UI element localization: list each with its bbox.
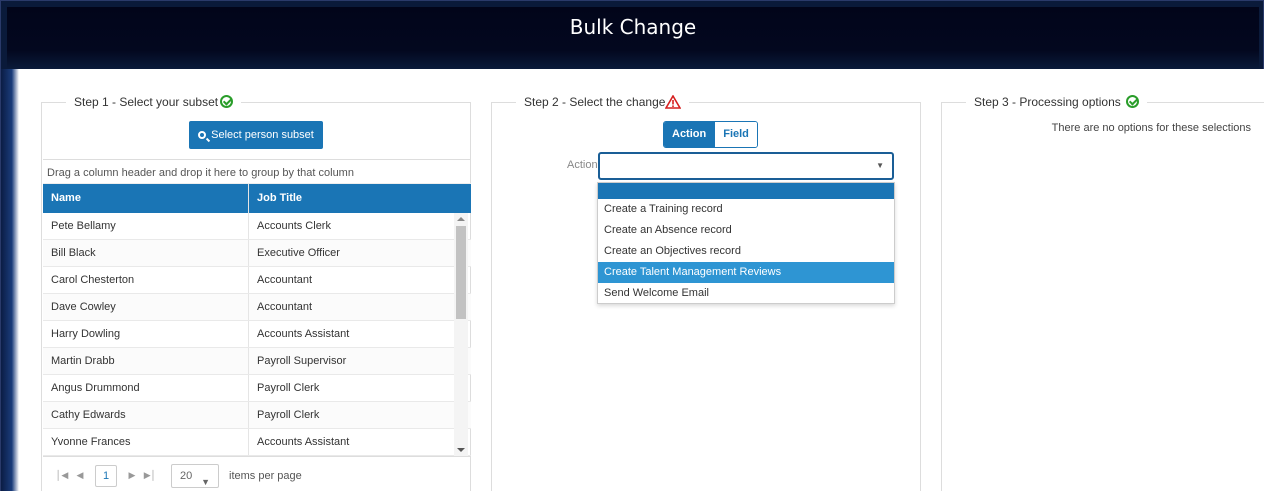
cell-job-title: Payroll Clerk [257,409,320,421]
cell-job-title: Accounts Clerk [257,220,331,232]
table-row[interactable]: Carol Chesterton Accountant [43,267,471,294]
last-page-icon[interactable]: ▶│ [141,470,159,481]
no-options-message: There are no options for these selection… [1051,122,1251,134]
cell-job-title: Payroll Supervisor [257,355,347,367]
grid-pager: │◀ ◀ 1 ▶ ▶│ 20 ▼ items per page [43,456,471,491]
cell-job-title: Accounts Assistant [257,328,350,340]
check-circle-icon [1126,95,1140,108]
cell-job-title: Accountant [257,301,313,313]
table-row[interactable]: Martin Drabb Payroll Supervisor [43,348,471,375]
dropdown-option[interactable]: Create an Objectives record [598,241,894,262]
title-bar: Bulk Change [7,7,1259,69]
items-per-page-label: items per page [229,469,302,482]
grid-body: Pete Bellamy Accounts Clerk Bill Black Exe… [43,213,471,456]
step1-title: Step 1 - Select your subset [74,95,219,109]
column-header-name[interactable]: Name [43,184,249,213]
select-person-subset-button[interactable]: Select person subset [189,121,323,149]
table-row[interactable]: Yvonne Frances Accounts Assistant [43,429,471,456]
chevron-down-icon: ▼ [201,476,210,487]
cell-name: Angus Drummond [43,375,249,401]
group-by-hint[interactable]: Drag a column header and drop it here to… [43,160,471,184]
search-icon [198,131,207,139]
grid-header: Name Job Title [43,184,471,213]
table-row[interactable]: Cathy Edwards Payroll Clerk [43,402,471,429]
dropdown-option-highlighted[interactable]: Create Talent Management Reviews [598,262,894,283]
chevron-down-icon: ▼ [876,161,884,170]
person-grid: Drag a column header and drop it here to… [43,159,471,491]
cell-name: Cathy Edwards [43,402,249,428]
cell-job-title: Accountant [257,274,313,286]
cell-name: Harry Dowling [43,321,249,347]
warning-icon [665,95,682,109]
next-page-icon[interactable]: ▶ [123,470,141,481]
scroll-up-arrow-icon[interactable] [457,217,465,221]
page-size-value: 20 [180,469,193,482]
action-label: Action [567,159,598,171]
scroll-down-arrow-icon[interactable] [457,448,465,452]
cell-name: Bill Black [43,240,249,266]
step3-legend: Step 3 - Processing options [966,95,1147,109]
cell-job-title: Accounts Assistant [257,436,350,448]
dropdown-option[interactable]: Create an Absence record [598,220,894,241]
action-select[interactable]: ▼ [598,152,894,180]
table-row[interactable]: Dave Cowley Accountant [43,294,471,321]
main-content: Step 1 - Select your subset Select perso… [19,69,1264,491]
table-row[interactable]: Bill Black Executive Officer [43,240,471,267]
step2-legend: Step 2 - Select the change [516,95,689,109]
step3-panel: Step 3 - Processing options [941,95,1264,491]
cell-name: Martin Drabb [43,348,249,374]
cell-name: Pete Bellamy [43,213,249,239]
table-row[interactable]: Angus Drummond Payroll Clerk [43,375,471,402]
cell-job-title: Payroll Clerk [257,382,320,394]
cell-name: Yvonne Frances [43,429,249,455]
table-row[interactable]: Harry Dowling Accounts Assistant [43,321,471,348]
step2-title: Step 2 - Select the change [524,95,666,109]
dropdown-option[interactable]: Create a Training record [598,199,894,220]
first-page-icon[interactable]: │◀ [53,470,71,481]
cell-job-title: Executive Officer [257,247,340,259]
previous-page-icon[interactable]: ◀ [71,470,89,481]
grid-scrollbar[interactable] [454,213,468,456]
dropdown-option[interactable]: Send Welcome Email [598,283,894,304]
cell-name: Carol Chesterton [43,267,249,293]
check-circle-icon [220,95,234,108]
page-title: Bulk Change [569,15,697,39]
background-glow [1,69,19,491]
scrollbar-thumb[interactable] [456,226,466,319]
step3-title: Step 3 - Processing options [974,95,1121,109]
action-dropdown-list: Create a Training record Create an Absen… [597,182,895,304]
select-button-label: Select person subset [211,129,314,141]
cell-name: Dave Cowley [43,294,249,320]
step1-legend: Step 1 - Select your subset [66,95,241,109]
dropdown-option-blank[interactable] [598,183,894,199]
column-header-job-title[interactable]: Job Title [249,184,455,213]
action-field-toggle: Action Field [663,121,758,148]
current-page-button[interactable]: 1 [95,464,117,487]
toggle-action-button[interactable]: Action [664,122,715,147]
table-row[interactable]: Pete Bellamy Accounts Clerk [43,213,471,240]
app-frame: Bulk Change Step 1 - Select your subset … [0,0,1264,491]
page-size-select[interactable]: 20 ▼ [171,463,219,488]
toggle-field-button[interactable]: Field [714,122,757,147]
